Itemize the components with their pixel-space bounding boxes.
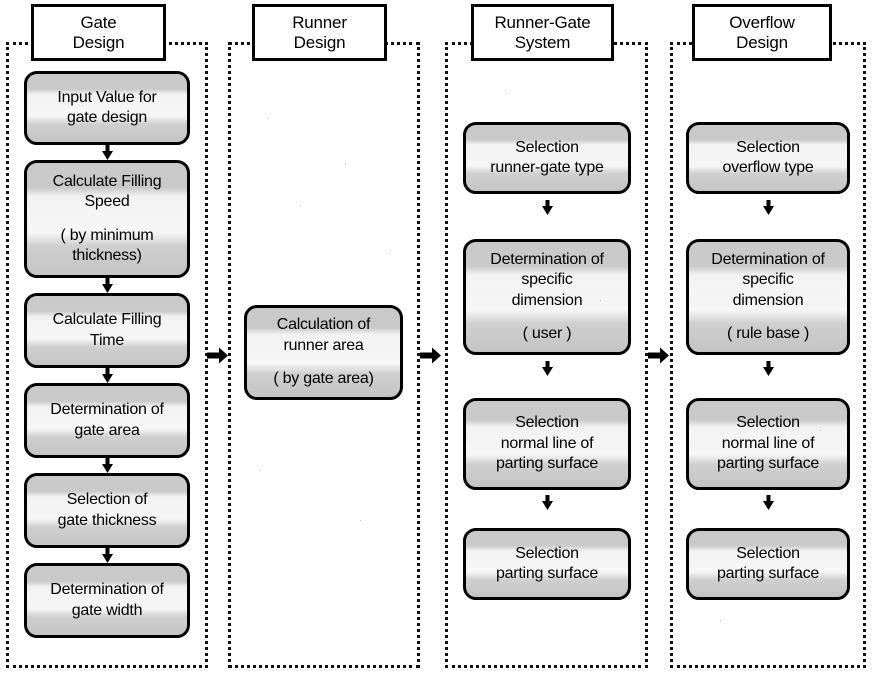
process-line: gate area bbox=[74, 421, 140, 439]
scan-speckle bbox=[260, 470, 261, 471]
scan-speckle bbox=[345, 163, 346, 164]
process-line: gate thickness bbox=[57, 511, 157, 529]
process-box-determination-of-gate-area[interactable]: Determination of gate area bbox=[24, 383, 190, 458]
process-box-input-value-for-gate-design[interactable]: Input Value for gate design bbox=[24, 71, 190, 145]
process-line: Speed bbox=[84, 193, 130, 211]
arrow-down-icon bbox=[761, 361, 776, 377]
process-box-determination-of-specific-dimension-rule-base[interactable]: Determination of specific dimension ( ru… bbox=[686, 239, 850, 355]
process-box-selection-normal-line-of-parting-surface[interactable]: Selection normal line of parting surface bbox=[686, 398, 850, 490]
process-line: runner area bbox=[283, 336, 364, 354]
process-line: overflow type bbox=[722, 159, 814, 176]
process-line: Selection bbox=[515, 414, 579, 432]
process-paren-line: thickness) bbox=[72, 246, 142, 264]
process-line: specific bbox=[742, 271, 794, 289]
scan-speckle bbox=[600, 300, 601, 301]
process-paren-line: ( by gate area) bbox=[273, 370, 374, 388]
process-box-determination-of-specific-dimension-user[interactable]: Determination of specific dimension ( us… bbox=[463, 239, 631, 355]
process-line: Selection bbox=[515, 138, 579, 156]
process-line: Selection bbox=[736, 414, 800, 432]
process-paren-line: ( by minimum bbox=[60, 226, 154, 244]
process-box-selection-normal-line-of-parting-surface[interactable]: Selection normal line of parting surface bbox=[463, 398, 631, 490]
arrow-down-icon bbox=[540, 495, 555, 511]
process-line: Input Value for bbox=[57, 88, 157, 106]
process-line: parting surface bbox=[495, 455, 599, 473]
process-line: Selection bbox=[736, 544, 800, 562]
arrow-right-icon bbox=[648, 347, 670, 364]
process-box-determination-of-gate-width[interactable]: Determination of gate width bbox=[24, 563, 190, 638]
arrow-down-icon bbox=[761, 495, 776, 511]
process-line: Determination of bbox=[50, 581, 164, 599]
process-box-selection-runner-gate-type[interactable]: Selection runner-gate type bbox=[463, 122, 631, 194]
process-paren-line: ( user ) bbox=[522, 324, 572, 342]
process-line: Determination of bbox=[711, 250, 825, 268]
process-box-calculate-filling-speed[interactable]: Calculate Filling Speed ( by minimum thi… bbox=[24, 160, 190, 278]
scan-speckle bbox=[300, 205, 301, 206]
scan-speckle bbox=[268, 118, 269, 119]
arrow-down-icon bbox=[540, 361, 555, 377]
process-line: dimension bbox=[511, 291, 583, 309]
stage-title-line-1: Gate bbox=[80, 12, 117, 32]
process-box-selection-overflow-type[interactable]: Selection overflow type bbox=[686, 122, 850, 194]
process-line: parting surface bbox=[495, 565, 599, 582]
scan-speckle bbox=[720, 620, 721, 621]
process-box-calculation-of-runner-area[interactable]: Calculation of runner area ( by gate are… bbox=[244, 305, 403, 400]
stage-title-overflow-design: Overflow Design bbox=[692, 4, 832, 61]
process-line: Selection bbox=[515, 544, 579, 562]
stage-title-gate-design: Gate Design bbox=[31, 4, 166, 61]
arrow-down-icon bbox=[100, 278, 115, 294]
stage-title-runner-design: Runner Design bbox=[252, 4, 387, 61]
scan-speckle bbox=[360, 520, 361, 521]
stage-title-runner-gate-system: Runner-Gate System bbox=[471, 4, 614, 61]
process-line: gate width bbox=[71, 601, 143, 619]
process-line: Determination of bbox=[50, 401, 164, 419]
stage-title-line-2: Design bbox=[293, 32, 346, 52]
process-line: normal line of bbox=[721, 434, 815, 452]
scan-speckle bbox=[390, 250, 391, 251]
process-line: runner-gate type bbox=[490, 159, 604, 176]
arrow-down-icon bbox=[761, 200, 776, 216]
stage-title-line-1: Runner-Gate bbox=[494, 12, 591, 32]
process-box-selection-of-gate-thickness[interactable]: Selection of gate thickness bbox=[24, 473, 190, 548]
flowchart-canvas: Gate Design Input Value for gate design … bbox=[0, 0, 872, 676]
process-box-calculate-filling-time[interactable]: Calculate Filling Time bbox=[24, 293, 190, 368]
scan-speckle bbox=[820, 430, 821, 431]
process-line: Selection of bbox=[66, 491, 148, 509]
arrow-down-icon bbox=[100, 548, 115, 564]
arrow-right-icon bbox=[207, 347, 229, 364]
process-paren-line: ( rule base ) bbox=[726, 324, 810, 342]
stage-title-line-1: Overflow bbox=[729, 12, 795, 32]
arrow-down-icon bbox=[100, 145, 115, 161]
arrow-down-icon bbox=[100, 458, 115, 474]
process-box-selection-parting-surface[interactable]: Selection parting surface bbox=[463, 528, 631, 600]
arrow-down-icon bbox=[540, 200, 555, 216]
process-line: Calculation of bbox=[276, 316, 371, 334]
arrow-down-icon bbox=[100, 368, 115, 384]
stage-title-line-2: Design bbox=[736, 32, 788, 52]
arrow-right-icon bbox=[420, 347, 442, 364]
process-line: Calculate Filling bbox=[52, 172, 162, 190]
process-line: Determination of bbox=[490, 250, 604, 268]
process-line: specific bbox=[521, 271, 573, 289]
process-box-selection-parting-surface[interactable]: Selection parting surface bbox=[686, 528, 850, 600]
process-line: Calculate Filling bbox=[52, 311, 162, 329]
process-line: Time bbox=[90, 331, 124, 349]
process-line: normal line of bbox=[500, 434, 594, 452]
process-line: dimension bbox=[732, 291, 804, 309]
process-line: parting surface bbox=[716, 565, 820, 582]
process-line: Selection bbox=[736, 138, 800, 156]
stage-title-line-2: System bbox=[514, 32, 571, 52]
process-line: parting surface bbox=[716, 455, 820, 473]
scan-speckle bbox=[505, 90, 506, 91]
process-line: gate design bbox=[67, 109, 147, 126]
stage-title-line-2: Design bbox=[72, 32, 125, 52]
stage-title-line-1: Runner bbox=[292, 12, 347, 32]
